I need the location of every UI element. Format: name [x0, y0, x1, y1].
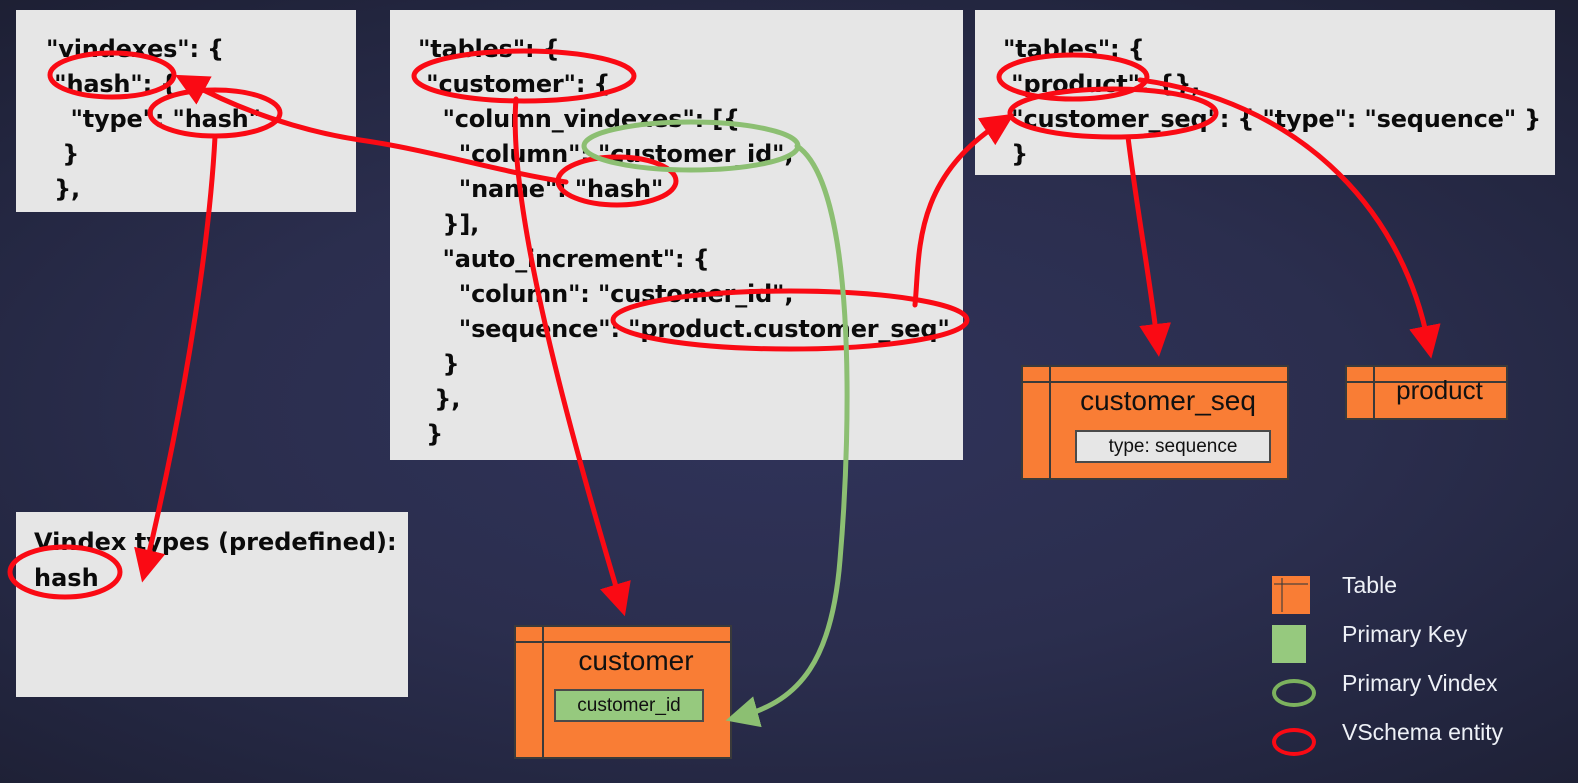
legend-item-primary-vindex: Primary Vindex: [1272, 668, 1572, 717]
er-attribute-type-sequence: type: sequence: [1075, 430, 1271, 463]
primary-key-swatch-icon: [1272, 625, 1306, 663]
vindex-types-panel: Vindex types (predefined): hash: [16, 512, 408, 697]
er-table-product-name: product: [1396, 375, 1483, 405]
tables-product-snippet-panel: "tables": { "product": {}, "customer_seq…: [975, 10, 1555, 175]
vschema-entity-ellipse-icon: [1272, 728, 1316, 756]
vindex-types-title: Vindex types (predefined):: [34, 528, 397, 556]
vindex-type-hash: hash: [34, 564, 99, 592]
legend-item-primary-key: Primary Key: [1272, 619, 1572, 668]
vindexes-snippet-panel: "vindexes": { "hash": { "type": "hash" }…: [16, 10, 356, 212]
legend: Table Primary Key Primary Vindex VSchema…: [1272, 570, 1572, 766]
diagram-canvas: "vindexes": { "hash": { "type": "hash" }…: [0, 0, 1578, 783]
er-table-customer: customer customer_id: [514, 625, 732, 759]
legend-item-table: Table: [1272, 570, 1572, 619]
tables-customer-snippet-panel: "tables": { "customer": { "column_vindex…: [390, 10, 963, 460]
er-table-product: product: [1345, 365, 1508, 420]
er-table-customer-seq: customer_seq type: sequence: [1021, 365, 1289, 480]
er-table-customer-name: customer: [578, 645, 694, 676]
legend-label-primary-vindex: Primary Vindex: [1342, 670, 1498, 696]
legend-label-vschema-entity: VSchema entity: [1342, 719, 1504, 745]
tables-customer-code: "tables": { "customer": { "column_vindex…: [418, 35, 950, 448]
er-attribute-customer-id: customer_id: [554, 689, 704, 722]
er-table-customer-seq-name: customer_seq: [1080, 385, 1256, 416]
table-header-rule: [516, 641, 730, 643]
tables-product-code: "tables": { "product": {}, "customer_seq…: [1003, 35, 1542, 168]
legend-label-table: Table: [1342, 572, 1397, 598]
table-column-rule: [1049, 367, 1051, 478]
table-swatch-icon: [1272, 576, 1310, 614]
legend-item-vschema-entity: VSchema entity: [1272, 717, 1572, 766]
legend-label-primary-key: Primary Key: [1342, 621, 1468, 647]
primary-vindex-ellipse-icon: [1272, 679, 1316, 707]
table-header-rule: [1023, 381, 1287, 383]
vindexes-code: "vindexes": { "hash": { "type": "hash" }…: [46, 35, 261, 203]
